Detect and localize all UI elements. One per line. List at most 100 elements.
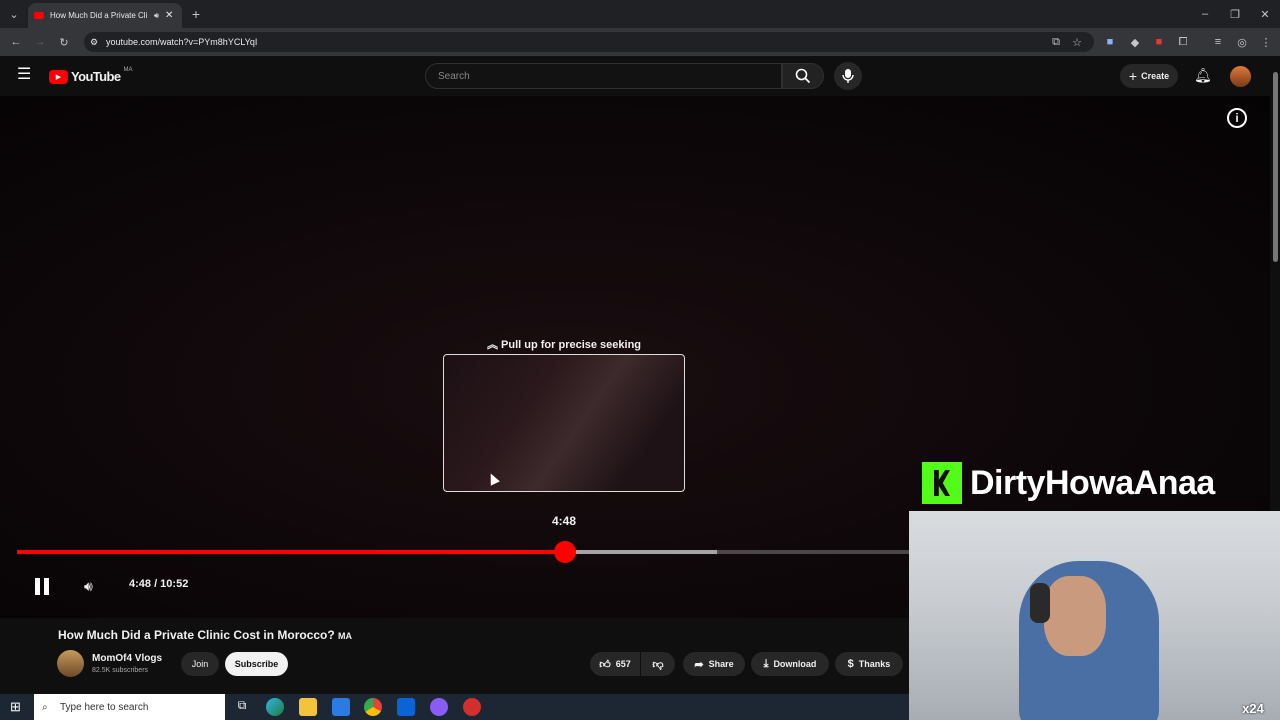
join-button[interactable]: Join — [181, 652, 219, 676]
menu-hamburger-icon[interactable]: ☰ — [17, 67, 33, 83]
like-count: 657 — [615, 659, 631, 669]
subscriber-count: 82.5K subscribers — [92, 667, 149, 674]
youtube-favicon-icon — [34, 12, 44, 19]
translate-extension-icon[interactable]: ■ — [1102, 34, 1118, 50]
channel-avatar[interactable] — [57, 650, 84, 677]
address-bar[interactable]: ⚙︎ youtube.com/watch?v=PYm8hYCLYqI — [84, 32, 1094, 52]
download-label: Download — [773, 659, 817, 669]
volume-icon: 🔊︎ — [84, 578, 93, 594]
share-label: Share — [708, 659, 734, 669]
microphone-icon — [842, 69, 854, 83]
edge-icon[interactable] — [266, 698, 284, 716]
windows-taskbar: ⊞ ⌕ Type here to search ⧉ — [0, 694, 909, 720]
video-title: How Much Did a Private Clinic Cost in Mo… — [58, 628, 352, 642]
browser-toolbar: ← → ↻ ⚙︎ youtube.com/watch?v=PYm8hYCLYqI… — [0, 28, 1280, 56]
windows-start-icon[interactable]: ⊞ — [10, 700, 24, 714]
youtube-play-icon: ▶ — [49, 69, 68, 84]
scrollbar-thumb[interactable] — [1273, 72, 1278, 262]
cast-icon[interactable]: ⧉ — [1048, 34, 1064, 50]
seek-hint: ︽ Pull up for precise seeking — [443, 336, 685, 352]
tab-audio-icon[interactable]: 🔊︎ — [154, 11, 159, 21]
kick-logo-icon — [922, 462, 962, 504]
file-explorer-icon[interactable] — [299, 698, 317, 716]
subscribe-button[interactable]: Subscribe — [225, 652, 288, 676]
dislike-button[interactable]: 👎︎ — [641, 652, 675, 676]
app-purple-icon[interactable] — [430, 698, 448, 716]
plus-icon: + — [1128, 68, 1138, 84]
scrubber-handle[interactable] — [553, 541, 576, 563]
media-control-icon[interactable]: ≡ — [1210, 34, 1226, 50]
search-input[interactable]: Search — [425, 63, 782, 89]
like-button[interactable]: 👍︎ 657 — [590, 652, 640, 676]
extension-diamond-icon[interactable]: ◆ — [1127, 34, 1143, 50]
app-red-icon[interactable] — [463, 698, 481, 716]
extension-red-icon[interactable]: ■ — [1151, 34, 1167, 50]
outlook-icon[interactable] — [397, 698, 415, 716]
store-icon[interactable] — [332, 698, 350, 716]
forward-icon[interactable]: → — [32, 34, 48, 50]
thumbs-down-icon: 👎︎ — [652, 658, 664, 671]
site-info-icon[interactable]: ⚙︎ — [90, 37, 98, 48]
taskbar-search-input[interactable]: ⌕ Type here to search — [34, 694, 225, 720]
back-icon[interactable]: ← — [8, 34, 24, 50]
tab-close-icon[interactable]: ✕ — [165, 10, 173, 21]
chevron-up-icon: ︽ — [486, 339, 498, 351]
youtube-logo-text: YouTube — [71, 69, 121, 84]
new-tab-icon[interactable]: + — [188, 6, 204, 22]
restore-icon[interactable]: ❐ — [1227, 6, 1243, 22]
youtube-region-badge: MA — [123, 66, 133, 73]
create-label: Create — [1141, 71, 1170, 81]
download-icon: ⤓ — [763, 657, 769, 670]
window-close-icon[interactable]: ✕ — [1257, 6, 1273, 22]
webcam-headset — [1030, 583, 1050, 623]
voice-search-button[interactable] — [834, 62, 862, 90]
share-icon: ➦ — [694, 658, 704, 671]
volume-button[interactable]: 🔊︎ — [84, 578, 93, 595]
thumbs-up-icon: 👍︎ — [599, 658, 611, 671]
taskbar-search-icon: ⌕ — [42, 701, 48, 713]
progress-played — [17, 550, 565, 554]
search-button[interactable] — [782, 63, 824, 89]
download-button[interactable]: ⤓ Download — [751, 652, 829, 676]
youtube-logo[interactable]: ▶ YouTube MA — [49, 66, 133, 84]
streamer-overlay: DirtyHowaAnaa — [922, 460, 1215, 506]
create-button[interactable]: + Create — [1120, 64, 1178, 88]
notifications-bell-icon[interactable]: 🔔︎ — [1194, 67, 1212, 84]
seek-preview-thumbnail — [443, 354, 685, 492]
webcam-feed — [909, 511, 1280, 720]
account-avatar[interactable] — [1230, 66, 1251, 87]
browser-tab-bar: ⌄ How Much Did a Private Cli 🔊︎ ✕ + – ❐ … — [0, 0, 1280, 28]
url-text: youtube.com/watch?v=PYm8hYCLYqI — [106, 37, 258, 47]
thanks-label: Thanks — [858, 659, 891, 669]
info-icon[interactable]: i — [1227, 108, 1247, 128]
thanks-icon: $ — [847, 658, 854, 670]
streamer-name: DirtyHowaAnaa — [970, 463, 1215, 502]
webcam-face — [1044, 576, 1106, 656]
seek-hint-text: Pull up for precise seeking — [501, 339, 642, 351]
taskbar-search-placeholder: Type here to search — [60, 701, 149, 713]
share-button[interactable]: ➦ Share — [683, 652, 745, 676]
minimize-icon[interactable]: – — [1197, 6, 1213, 22]
profile-icon[interactable]: ◎ — [1234, 34, 1250, 50]
tab-title: How Much Did a Private Cli — [50, 11, 148, 20]
reload-icon[interactable]: ↻ — [56, 34, 72, 50]
channel-name[interactable]: MomOf4 Vlogs — [92, 653, 162, 664]
search-placeholder: Search — [438, 70, 470, 82]
bookmark-star-icon[interactable]: ☆ — [1069, 34, 1085, 50]
pause-button[interactable] — [33, 576, 49, 596]
pause-icon — [35, 578, 51, 595]
tab-search-icon[interactable]: ⌄ — [6, 6, 22, 22]
video-title-badge: MA — [338, 631, 353, 641]
seek-time-tooltip: 4:48 — [551, 514, 577, 528]
chrome-icon[interactable] — [364, 698, 382, 716]
chrome-menu-icon[interactable]: ⋮ — [1258, 34, 1274, 50]
task-view-icon[interactable]: ⧉ — [233, 698, 251, 716]
thanks-button[interactable]: $ Thanks — [835, 652, 903, 676]
video-title-text: How Much Did a Private Clinic Cost in Mo… — [58, 628, 335, 642]
multiplier-badge: x24 — [1242, 701, 1264, 716]
search-icon — [795, 68, 811, 84]
time-display: 4:48 / 10:52 — [129, 578, 189, 590]
browser-tab[interactable]: How Much Did a Private Cli 🔊︎ ✕ — [28, 3, 182, 28]
youtube-header: ☰ ▶ YouTube MA Search + Create 🔔︎ — [0, 56, 1280, 96]
extensions-puzzle-icon[interactable]: ⧠ — [1175, 34, 1191, 50]
